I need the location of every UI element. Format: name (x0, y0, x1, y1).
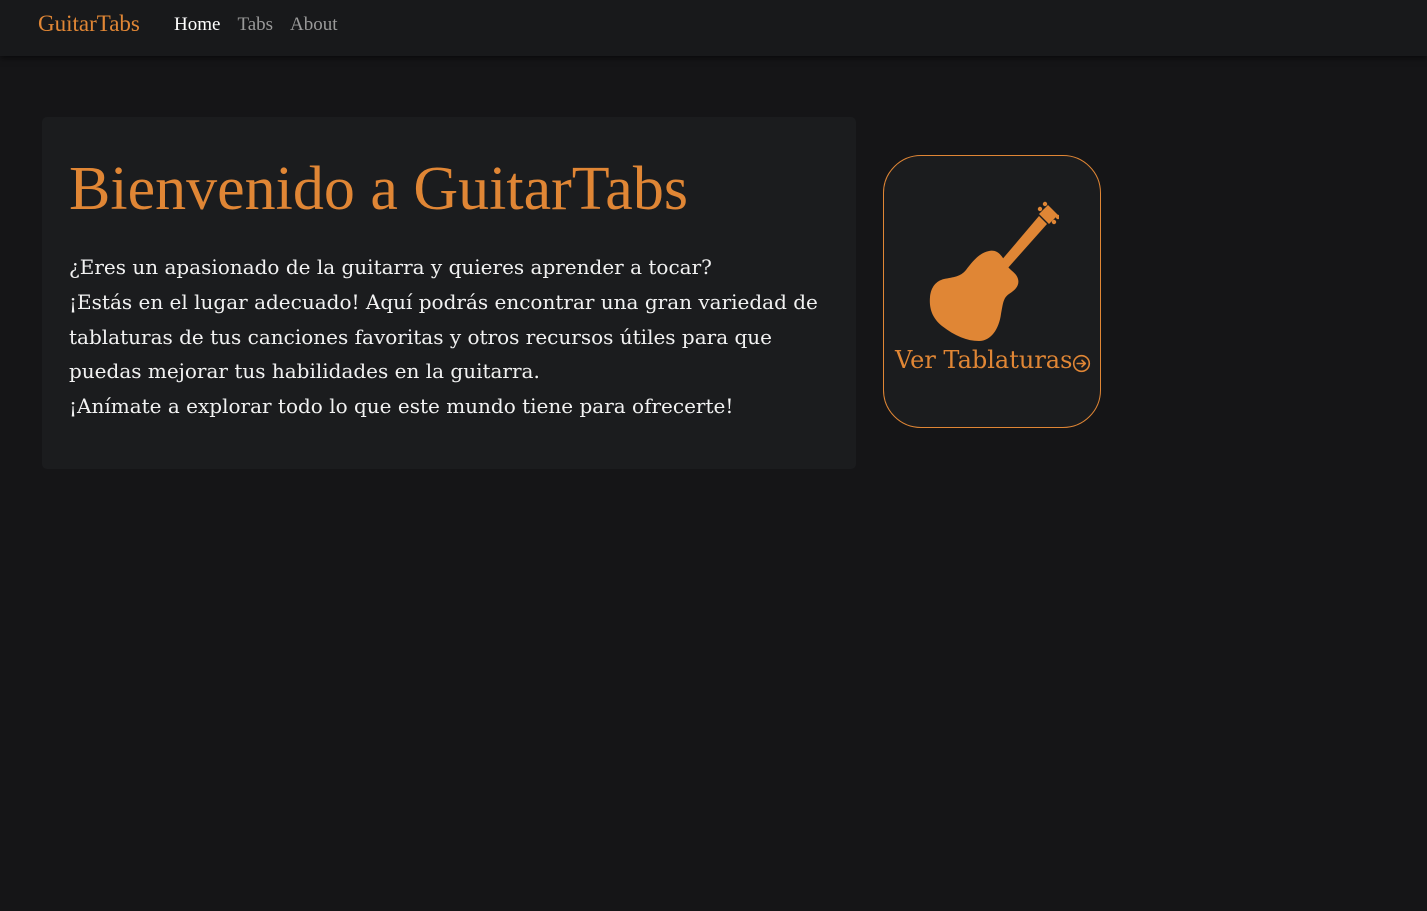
guitar-icon (929, 201, 1059, 341)
brand-link[interactable]: GuitarTabs (38, 11, 140, 37)
view-tabs-card[interactable]: Ver Tablaturas (883, 155, 1101, 428)
arrow-right-circle-icon (1072, 354, 1091, 373)
hero-line-invitation: ¡Estás en el lugar adecuado! Aquí podrás… (69, 289, 818, 384)
hero-line-question: ¿Eres un apasionado de la guitarra y qui… (69, 255, 712, 279)
hero-description: ¿Eres un apasionado de la guitarra y qui… (69, 250, 829, 424)
view-tabs-label: Ver Tablaturas (895, 346, 1073, 374)
hero-panel: Bienvenido a GuitarTabs ¿Eres un apasion… (42, 117, 856, 469)
nav-link-tabs[interactable]: Tabs (237, 14, 273, 36)
page-title: Bienvenido a GuitarTabs (69, 155, 688, 223)
nav-link-about[interactable]: About (290, 14, 338, 36)
nav-links: Home Tabs About (174, 14, 338, 36)
nav-link-home[interactable]: Home (174, 14, 220, 36)
hero-line-explore: ¡Anímate a explorar todo lo que este mun… (69, 394, 734, 419)
navbar: GuitarTabs Home Tabs About (0, 0, 1427, 56)
